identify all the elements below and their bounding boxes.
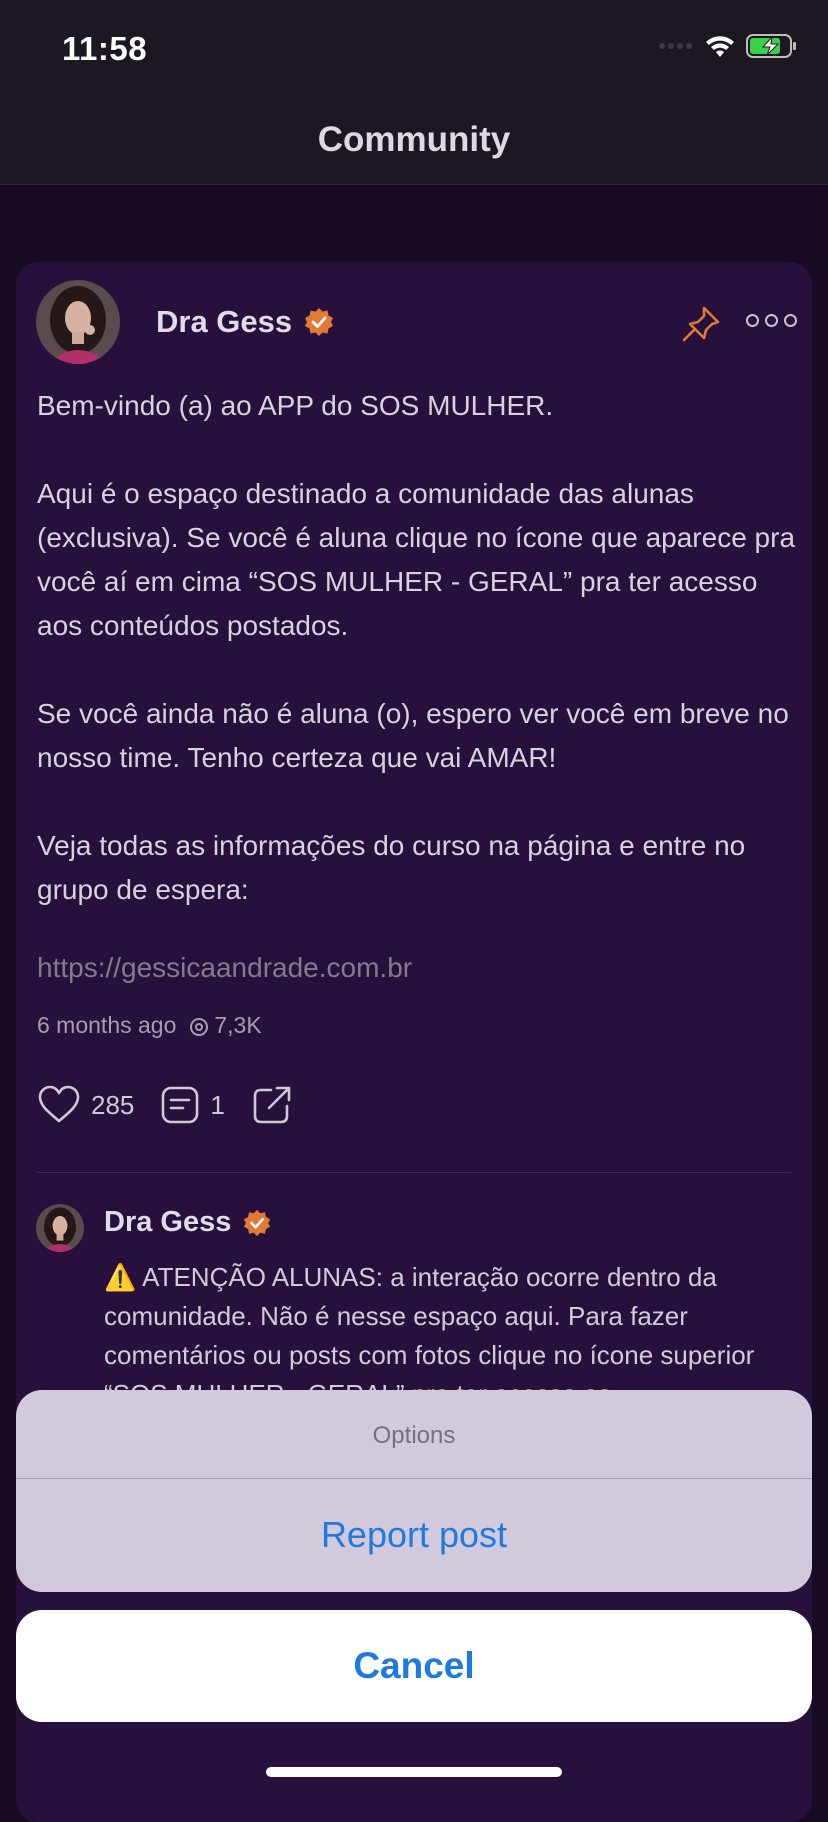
report-post-button[interactable]: Report post (16, 1478, 812, 1592)
author-name: Dra Gess (156, 304, 293, 339)
comment-author-name: Dra Gess (104, 1206, 232, 1238)
post-paragraph: Se você ainda não é aluna (o), espero ve… (37, 698, 789, 773)
post-meta: 6 months ago 7,3K (37, 1012, 262, 1039)
post-paragraph: Aqui é o espaço destinado a comunidade d… (37, 478, 796, 641)
comment-author[interactable]: Dra Gess (104, 1206, 271, 1239)
wifi-icon (706, 36, 734, 57)
verified-badge-icon (244, 1209, 271, 1236)
post-author[interactable]: Dra Gess (156, 304, 334, 340)
view-count: 7,3K (214, 1012, 262, 1038)
more-options-icon[interactable] (746, 314, 797, 327)
status-bar: 11:58 (0, 0, 828, 100)
sheet-title: Options (372, 1422, 456, 1449)
views-icon (190, 1017, 209, 1036)
verified-badge-icon (305, 308, 334, 336)
comment-count: 1 (210, 1089, 225, 1120)
post-paragraph: Bem-vindo (a) ao APP do SOS MULHER. (37, 390, 554, 421)
home-indicator[interactable] (266, 1767, 562, 1777)
post-paragraph: Veja todas as informações do curso na pá… (37, 830, 746, 905)
comment-icon[interactable] (160, 1085, 200, 1125)
post-actions: 285 1 (37, 1084, 293, 1126)
divider (37, 1172, 791, 1173)
comment-avatar[interactable] (36, 1204, 84, 1252)
status-time: 11:58 (62, 30, 148, 67)
heart-icon[interactable] (37, 1085, 81, 1125)
avatar[interactable] (36, 280, 120, 364)
like-count: 285 (91, 1089, 135, 1120)
pin-icon[interactable] (680, 304, 724, 344)
post-body: Bem-vindo (a) ao APP do SOS MULHER. Aqui… (37, 384, 797, 956)
post-link[interactable]: https://gessicaandrade.com.br (37, 952, 412, 984)
share-icon[interactable] (251, 1084, 293, 1126)
post-time: 6 months ago (37, 1012, 177, 1038)
signal-icon (659, 43, 692, 49)
status-icons (658, 34, 798, 58)
nav-bar: Community (0, 100, 828, 185)
page-title: Community (317, 120, 511, 159)
options-sheet: Options Report post (16, 1390, 812, 1592)
cancel-button[interactable]: Cancel (16, 1610, 812, 1722)
battery-charging-icon (746, 34, 796, 58)
